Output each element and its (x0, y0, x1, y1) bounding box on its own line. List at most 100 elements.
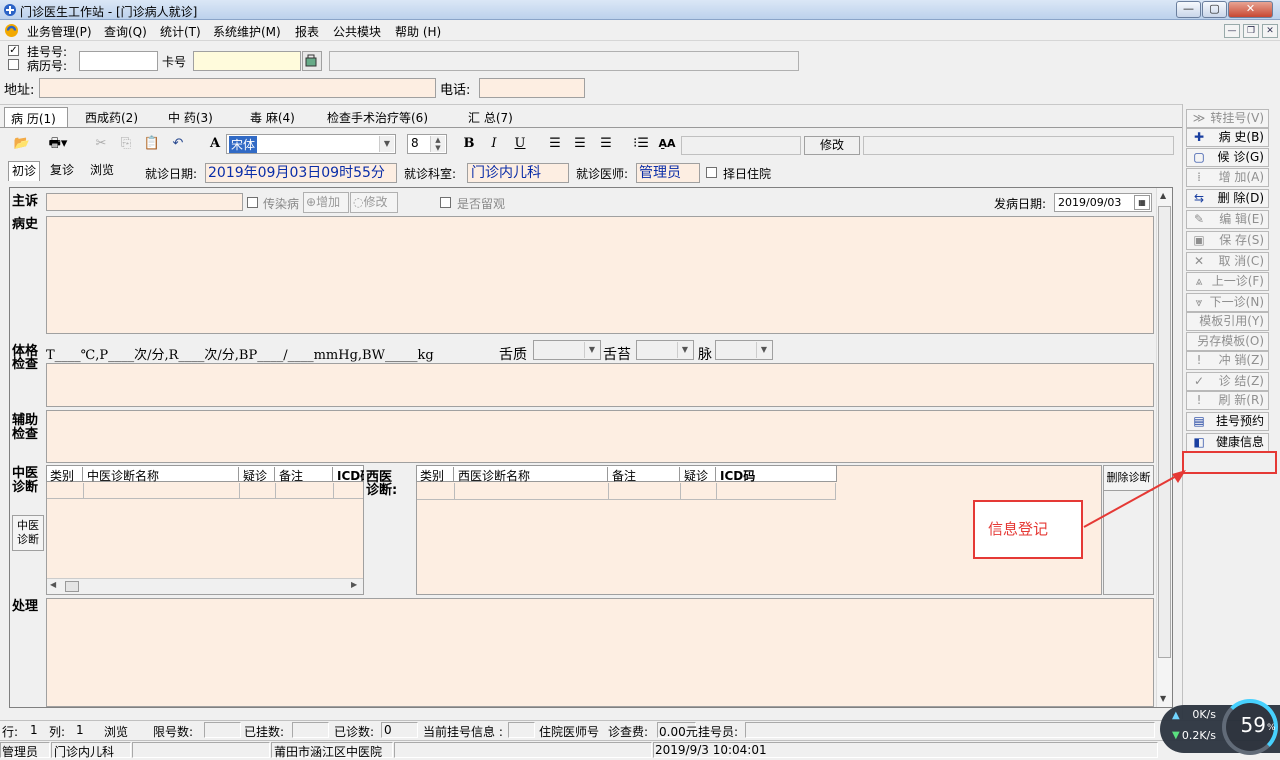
tab-exam-surgery[interactable]: 检查手术治疗等(6) (327, 107, 428, 127)
undo-icon[interactable]: ↶ (168, 134, 188, 154)
rec-checkbox[interactable] (8, 59, 19, 70)
vitals-template[interactable]: T____℃,P____次/分,R____次/分,BP____/____mmHg… (46, 344, 434, 363)
menu-business[interactable]: 业务管理(P) (27, 23, 92, 40)
chief-complaint-input[interactable] (46, 193, 243, 211)
align-center-icon[interactable]: ☰ (570, 134, 590, 154)
network-monitor-widget[interactable]: ▲ 0K/s ▼ 0.2K/s 59 % (1160, 699, 1280, 755)
close-button[interactable]: ✕ (1228, 1, 1273, 18)
reverse-icon: ! (1196, 353, 1202, 367)
tab-chinese-medicine[interactable]: 中 药(3) (168, 107, 213, 127)
coating-select[interactable]: ▼ (636, 340, 694, 360)
pulse-select[interactable]: ▼ (715, 340, 773, 360)
physical-exam-textarea[interactable] (46, 363, 1154, 407)
template-use-button[interactable]: 模板引用(Y) (1186, 312, 1269, 331)
visit-date-field[interactable]: 2019年09月03日09时55分 (205, 163, 397, 183)
menu-help[interactable]: 帮助 (H) (395, 23, 441, 40)
add-button[interactable]: ⁞ 增 加(A) (1186, 168, 1269, 187)
mdi-close-button[interactable]: ✕ (1262, 24, 1278, 38)
tcm-grid-row[interactable] (47, 483, 363, 499)
align-right-icon[interactable]: ☰ (596, 134, 616, 154)
visit-dept-field[interactable]: 门诊内儿科 (467, 163, 569, 183)
italic-icon[interactable]: I (484, 134, 504, 154)
prev-visit-button[interactable]: ⩓ 上一诊(F) (1186, 272, 1269, 291)
card-reader-button[interactable] (302, 51, 322, 71)
underline-icon[interactable]: U (510, 134, 530, 154)
infectious-checkbox[interactable] (247, 197, 258, 208)
observe-checkbox[interactable] (440, 197, 451, 208)
calendar-icon[interactable]: ▦ (1134, 195, 1150, 210)
refresh-label: 刷 新(R) (1218, 393, 1264, 407)
add-infectious-button[interactable]: ⊕增加 (303, 192, 349, 213)
card-no-input[interactable] (193, 51, 301, 71)
western-grid-row[interactable] (417, 483, 836, 500)
subtab-first-visit[interactable]: 初诊 (8, 161, 40, 181)
modify-infectious-button[interactable]: ◌修改 (350, 192, 398, 213)
tab-record[interactable]: 病 历(1) (4, 107, 68, 127)
bullets-icon[interactable]: ⁝☰ (631, 134, 651, 154)
select-date-checkbox[interactable] (706, 167, 717, 178)
scroll-thumb[interactable] (65, 581, 79, 592)
aux-exam-textarea[interactable] (46, 410, 1154, 463)
menu-report[interactable]: 报表 (295, 23, 319, 40)
font-name-select[interactable]: 宋体 ▼ (226, 134, 396, 154)
mdi-restore-button[interactable]: ❐ (1243, 24, 1259, 38)
copy-icon[interactable]: ⎘ (116, 134, 136, 154)
tab-narcotics[interactable]: 毒 麻(4) (250, 107, 295, 127)
scroll-left-icon[interactable]: ◀ (50, 580, 56, 589)
tab-summary[interactable]: 汇 总(7) (468, 107, 513, 127)
font-color-icon[interactable]: A̱A (657, 134, 677, 154)
cancel-button[interactable]: ✕ 取 消(C) (1186, 252, 1269, 271)
conclude-button[interactable]: ✓ 诊 结(Z) (1186, 372, 1269, 391)
scroll-thumb[interactable] (1158, 206, 1171, 658)
transfer-reg-button[interactable]: ≫ 转挂号(V) (1186, 109, 1269, 128)
history-textarea[interactable] (46, 216, 1154, 334)
print-icon[interactable]: 🖶▾ (40, 134, 76, 154)
history-button[interactable]: ✚ 病 史(B) (1186, 128, 1269, 147)
refresh-button[interactable]: ! 刷 新(R) (1186, 391, 1269, 410)
scroll-up-icon[interactable]: ▲ (1160, 191, 1166, 200)
title-bar: 门诊医生工作站 - [门诊病人就诊] — ▢ ✕ (0, 0, 1280, 20)
subtab-return-visit[interactable]: 复诊 (44, 161, 80, 181)
bold-icon[interactable]: B (459, 134, 479, 154)
treatment-textarea[interactable] (46, 598, 1154, 707)
reg-checkbox[interactable]: ✓ (8, 45, 19, 56)
tongue-select[interactable]: ▼ (533, 340, 601, 360)
delete-button[interactable]: ⇆ 删 除(D) (1186, 189, 1269, 208)
menu-query[interactable]: 查询(Q) (104, 23, 147, 40)
phone-input[interactable] (479, 78, 585, 98)
modify-button[interactable]: 修改 (804, 136, 860, 155)
maximize-button[interactable]: ▢ (1202, 1, 1227, 18)
onset-date-field[interactable]: 2019/09/03 ▦ (1054, 193, 1152, 212)
mdi-minimize-button[interactable]: — (1224, 24, 1240, 38)
tab-western-medicine[interactable]: 西成药(2) (85, 107, 138, 127)
scroll-down-icon[interactable]: ▼ (1160, 694, 1166, 703)
menu-bar: 业务管理(P) 查询(Q) 统计(T) 系统维护(M) 报表 公共模块 帮助 (… (0, 20, 1280, 41)
font-size-spinner[interactable]: 8 ▲ ▼ (407, 134, 447, 154)
minimize-button[interactable]: — (1176, 1, 1201, 18)
save-template-button[interactable]: 另存模板(O) (1186, 332, 1269, 351)
address-input[interactable] (39, 78, 436, 98)
subtab-browse[interactable]: 浏览 (84, 161, 120, 181)
tcm-horizontal-scrollbar[interactable]: ◀ ▶ (47, 578, 363, 594)
visit-doctor-field[interactable]: 管理员 (636, 163, 700, 183)
paste-icon[interactable]: 📋 (142, 134, 162, 154)
menu-stats[interactable]: 统计(T) (160, 23, 201, 40)
record-no-input[interactable] (79, 51, 158, 71)
menu-public[interactable]: 公共模块 (333, 23, 381, 40)
health-info-button[interactable]: ◧ 健康信息 (1186, 433, 1269, 452)
cut-icon[interactable]: ✂ (91, 134, 111, 154)
tcm-diagnosis-button[interactable]: 中医 诊断 (12, 515, 44, 551)
edit-button[interactable]: ✎ 编 辑(E) (1186, 210, 1269, 229)
waiting-button[interactable]: ▢ 候 诊(G) (1186, 148, 1269, 167)
reg-appointment-button[interactable]: ▤ 挂号预约 (1186, 412, 1269, 431)
record-vertical-scrollbar[interactable]: ▲ ▼ (1156, 188, 1172, 707)
reverse-button[interactable]: ! 冲 销(Z) (1186, 351, 1269, 370)
save-button[interactable]: ▣ 保 存(S) (1186, 231, 1269, 250)
next-visit-button[interactable]: ⩔ 下一诊(N) (1186, 293, 1269, 312)
align-left-icon[interactable]: ☰ (545, 134, 565, 154)
edit-shape-icon: ◌ (353, 195, 364, 209)
menu-system[interactable]: 系统维护(M) (213, 23, 281, 40)
scroll-right-icon[interactable]: ▶ (351, 580, 357, 589)
open-folder-icon[interactable]: 📂 (12, 134, 32, 154)
transfer-reg-icon: ≫ (1192, 111, 1206, 125)
